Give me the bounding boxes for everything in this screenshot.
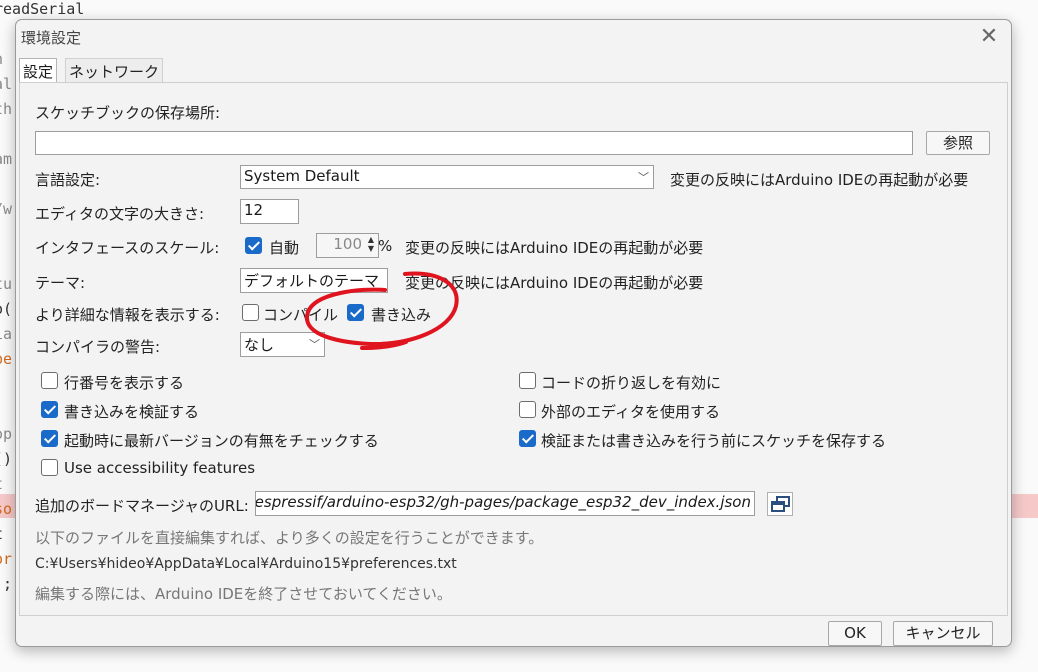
tab-network[interactable]: ネットワーク: [65, 58, 164, 83]
scale-auto-label: 自動: [269, 239, 300, 257]
close-icon[interactable]: ✕: [976, 24, 1002, 50]
scale-restart-note: 変更の反映にはArduino IDEの再起動が必要: [405, 239, 704, 257]
verbose-compile-label: コンパイル: [263, 306, 339, 324]
language-label: 言語設定:: [35, 171, 101, 189]
save-before-verify-label: 検証または書き込みを行う前にスケッチを保存する: [541, 432, 887, 450]
verify-upload-label: 書き込みを検証する: [64, 403, 200, 421]
sketchbook-label: スケッチブックの保存場所:: [35, 104, 221, 122]
code-line: t: [0, 475, 3, 493]
language-select-value: System Default: [244, 167, 360, 185]
line-numbers-checkbox[interactable]: [41, 372, 58, 389]
spinner-arrows-icon[interactable]: ▲ ▼: [365, 235, 377, 253]
tab-settings[interactable]: 設定: [19, 58, 58, 83]
info-more-settings: 以下のファイルを直接編集すれば、より多くの設定を行うことができます。: [35, 529, 544, 547]
word-wrap-label: コードの折り返しを有効に: [541, 374, 722, 392]
verbose-label: より詳細な情報を表示する:: [35, 306, 220, 324]
ok-button[interactable]: OK: [828, 621, 882, 646]
settings-panel: スケッチブックの保存場所: 参照 言語設定: System Default ﹀ …: [19, 82, 1008, 616]
external-editor-checkbox[interactable]: [519, 401, 536, 418]
font-size-input[interactable]: 12: [240, 199, 299, 224]
info-close-ide: 編集する際には、Arduino IDEを終了させておいてください。: [35, 585, 452, 603]
browse-button[interactable]: 参照: [926, 131, 990, 155]
preferences-dialog: 環境設定 ✕ 設定 ネットワーク スケッチブックの保存場所: 参照 言語設定: …: [15, 19, 1012, 647]
external-editor-label: 外部のエディタを使用する: [541, 403, 720, 421]
code-line: pe: [0, 350, 13, 368]
warnings-label: コンパイラの警告:: [35, 338, 161, 356]
code-line: t: [0, 525, 3, 543]
edit-urls-window-icon[interactable]: [767, 492, 793, 516]
verbose-compile-checkbox[interactable]: [242, 304, 259, 321]
check-updates-label: 起動時に最新バージョンの有無をチェックする: [64, 432, 379, 450]
accessibility-checkbox[interactable]: [41, 459, 58, 476]
code-line: readSerial: [0, 0, 85, 18]
cancel-button[interactable]: キャンセル: [893, 621, 993, 646]
code-line: so: [0, 500, 13, 518]
code-line: th: [0, 100, 13, 118]
font-size-label: エディタの文字の大きさ:: [35, 205, 205, 223]
warnings-select-value: なし: [244, 336, 275, 354]
word-wrap-checkbox[interactable]: [519, 372, 536, 389]
preferences-path: C:¥Users¥hideo¥AppData¥Local¥Arduino15¥p…: [35, 556, 457, 572]
code-line: );: [0, 575, 13, 593]
code-line: n: [0, 50, 3, 68]
code-line: or: [0, 550, 13, 568]
code-line: ia: [0, 325, 13, 343]
scale-auto-checkbox[interactable]: [245, 237, 262, 254]
theme-label: テーマ:: [35, 274, 86, 292]
scale-unit: %: [378, 237, 393, 255]
language-select[interactable]: System Default ﹀: [240, 165, 654, 189]
warnings-select[interactable]: なし ﹀: [240, 332, 325, 357]
scale-label: インタフェースのスケール:: [35, 239, 220, 257]
code-line: (): [0, 450, 13, 468]
code-line: op: [0, 425, 13, 443]
scale-spinner[interactable]: 100 ▲ ▼: [316, 233, 379, 258]
code-line: al: [0, 75, 13, 93]
line-numbers-label: 行番号を表示する: [64, 374, 185, 392]
board-url-value: /espressif/arduino-esp32/gh-pages/packag…: [255, 493, 751, 511]
chevron-down-icon: ﹀: [638, 171, 649, 184]
chevron-down-icon: ﹀: [309, 338, 320, 351]
verbose-upload-checkbox[interactable]: [347, 304, 364, 321]
scale-spinner-value: 100: [333, 235, 362, 253]
language-restart-note: 変更の反映にはArduino IDEの再起動が必要: [670, 171, 969, 189]
code-line: tu: [0, 275, 13, 293]
code-line: /w: [0, 200, 13, 218]
verbose-upload-label: 書き込み: [371, 306, 432, 324]
save-before-verify-checkbox[interactable]: [519, 430, 536, 447]
accessibility-label: Use accessibility features: [64, 459, 256, 477]
verify-upload-checkbox[interactable]: [41, 401, 58, 418]
sketchbook-path-input[interactable]: [35, 131, 913, 155]
dialog-title: 環境設定: [21, 29, 82, 47]
check-updates-checkbox[interactable]: [41, 430, 58, 447]
board-url-input[interactable]: /espressif/arduino-esp32/gh-pages/packag…: [255, 491, 755, 516]
theme-restart-note: 変更の反映にはArduino IDEの再起動が必要: [405, 274, 704, 292]
code-line: am: [0, 150, 13, 168]
board-url-label: 追加のボードマネージャのURL:: [35, 497, 249, 515]
code-line: o(: [0, 300, 13, 318]
theme-select[interactable]: デフォルトのテーマ: [240, 268, 388, 293]
